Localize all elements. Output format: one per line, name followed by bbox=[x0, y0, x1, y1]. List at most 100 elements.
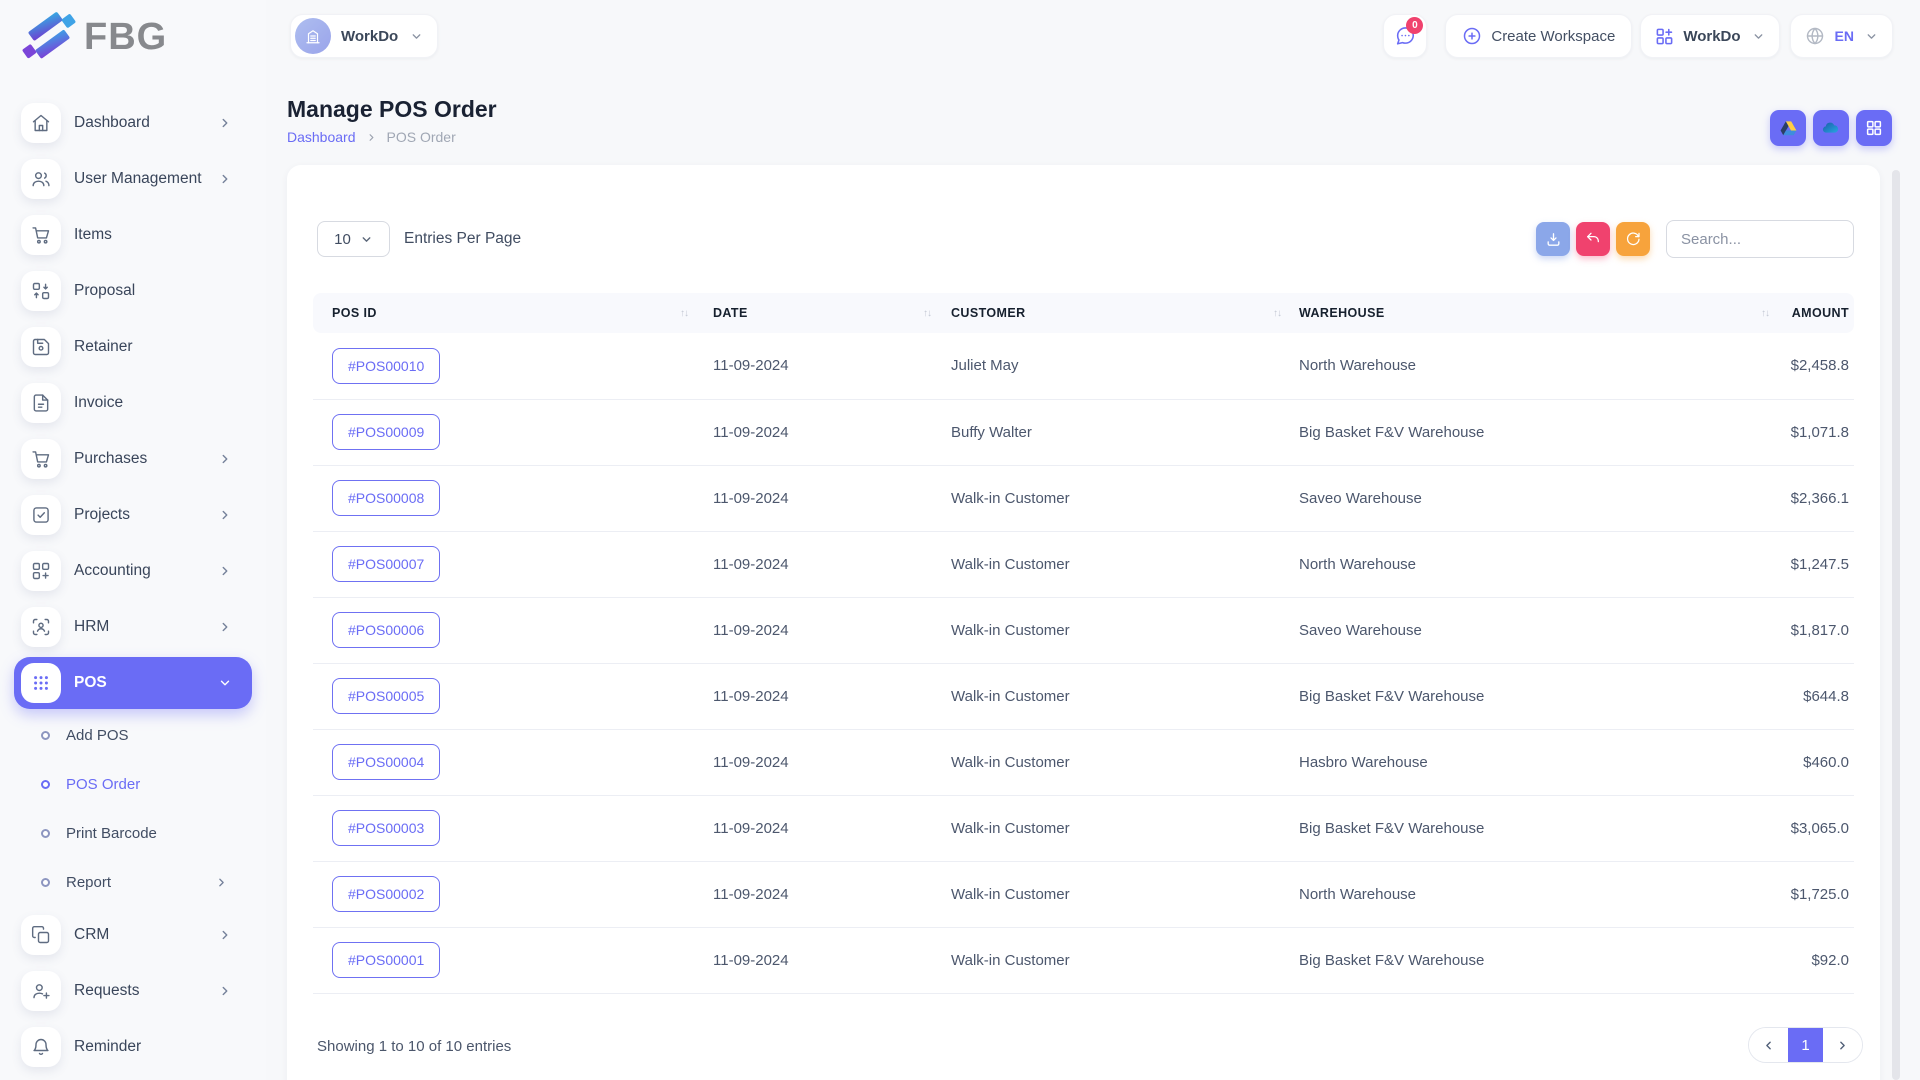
chevron-right-icon bbox=[218, 172, 232, 186]
sidebar-item-accounting[interactable]: Accounting bbox=[0, 543, 266, 599]
account-menu-label: WorkDo bbox=[1683, 27, 1741, 45]
create-workspace-button[interactable]: Create Workspace bbox=[1445, 14, 1633, 58]
pagination-prev-button[interactable] bbox=[1749, 1028, 1788, 1062]
order-warehouse: North Warehouse bbox=[1299, 861, 1785, 928]
brand-logo[interactable]: FBG bbox=[20, 12, 167, 62]
pos-id-link[interactable]: #POS00003 bbox=[332, 810, 441, 846]
pos-id-link[interactable]: #POS00004 bbox=[332, 744, 441, 780]
bullet-icon bbox=[41, 731, 50, 740]
google-drive-button[interactable] bbox=[1770, 110, 1806, 146]
reset-undo-button[interactable] bbox=[1576, 222, 1610, 256]
sidebar-item-items[interactable]: Items bbox=[0, 207, 266, 263]
sidebar-item-proposal[interactable]: Proposal bbox=[0, 263, 266, 319]
refresh-button[interactable] bbox=[1616, 222, 1650, 256]
entries-per-page-label: Entries Per Page bbox=[404, 230, 522, 247]
sidebar-item-purchases[interactable]: Purchases bbox=[0, 431, 266, 487]
order-customer: Walk-in Customer bbox=[951, 729, 1299, 796]
message-count-badge: 0 bbox=[1406, 17, 1424, 34]
save-icon bbox=[21, 327, 61, 367]
order-amount: $2,366.1 bbox=[1785, 465, 1854, 532]
pos-id-link[interactable]: #POS00007 bbox=[332, 546, 441, 582]
sidebar-item-reminder[interactable]: Reminder bbox=[0, 1019, 266, 1075]
sidebar-item-dashboard[interactable]: Dashboard bbox=[0, 95, 266, 151]
chevron-right-icon bbox=[218, 928, 232, 942]
bullet-icon bbox=[41, 780, 50, 789]
pos-id-link[interactable]: #POS00008 bbox=[332, 480, 441, 516]
column-header-warehouse[interactable]: WAREHOUSE ↑↓ bbox=[1299, 293, 1785, 333]
breadcrumb-dashboard-link[interactable]: Dashboard bbox=[287, 129, 356, 145]
sort-icon[interactable]: ↑↓ bbox=[680, 308, 689, 319]
pagination-current-page[interactable]: 1 bbox=[1788, 1028, 1823, 1062]
messages-button[interactable]: 0 bbox=[1383, 14, 1428, 58]
order-amount: $92.0 bbox=[1785, 927, 1854, 994]
invoice-file-icon bbox=[21, 383, 61, 423]
sidebar-item-label: User Management bbox=[74, 170, 202, 187]
order-warehouse: North Warehouse bbox=[1299, 531, 1785, 598]
pos-id-link[interactable]: #POS00005 bbox=[332, 678, 441, 714]
sidebar-item-pos[interactable]: POS bbox=[14, 657, 252, 709]
onedrive-icon bbox=[1822, 122, 1839, 133]
sidebar-item-label: Retainer bbox=[74, 338, 133, 355]
grid-view-button[interactable] bbox=[1856, 110, 1892, 146]
sidebar-item-label: Proposal bbox=[74, 282, 136, 299]
pos-id-link[interactable]: #POS00002 bbox=[332, 876, 441, 912]
order-warehouse: Big Basket F&V Warehouse bbox=[1299, 399, 1785, 466]
order-date: 11-09-2024 bbox=[713, 333, 951, 400]
table-row: #POS00001 11-09-2024 Walk-in Customer Bi… bbox=[313, 927, 1854, 994]
order-amount: $1,071.8 bbox=[1785, 399, 1854, 466]
workspace-switcher[interactable]: WorkDo bbox=[290, 14, 439, 58]
sidebar-subitem-pos-order[interactable]: POS Order bbox=[0, 760, 266, 809]
table-row: #POS00006 11-09-2024 Walk-in Customer Sa… bbox=[313, 597, 1854, 664]
crm-copy-icon bbox=[21, 915, 61, 955]
sidebar-item-projects[interactable]: Projects bbox=[0, 487, 266, 543]
pos-id-link[interactable]: #POS00006 bbox=[332, 612, 441, 648]
sidebar-subitem-print-barcode[interactable]: Print Barcode bbox=[0, 809, 266, 858]
download-icon bbox=[1547, 232, 1559, 246]
page-title: Manage POS Order bbox=[287, 96, 497, 122]
column-header-customer[interactable]: CUSTOMER ↑↓ bbox=[951, 293, 1299, 333]
column-header-date[interactable]: DATE ↑↓ bbox=[713, 293, 951, 333]
account-menu-button[interactable]: WorkDo bbox=[1640, 14, 1780, 58]
pos-id-link[interactable]: #POS00010 bbox=[332, 347, 441, 384]
order-date: 11-09-2024 bbox=[713, 465, 951, 532]
sidebar-item-retainer[interactable]: Retainer bbox=[0, 319, 266, 375]
sidebar-subitem-label: Add POS bbox=[66, 727, 129, 744]
pos-id-link[interactable]: #POS00009 bbox=[332, 414, 441, 450]
sidebar-subitem-add-pos[interactable]: Add POS bbox=[0, 711, 266, 760]
pos-order-table: POS ID ↑↓ DATE ↑↓ CUSTOMER ↑↓ WAREHOUSE ↑↓ A… bbox=[313, 293, 1854, 994]
table-actions bbox=[1536, 220, 1854, 258]
sidebar-subitem-report[interactable]: Report bbox=[0, 858, 266, 907]
column-header-amount[interactable]: AMOUNT bbox=[1785, 293, 1854, 333]
sidebar-item-label: CRM bbox=[74, 926, 110, 943]
order-amount: $2,458.8 bbox=[1785, 333, 1854, 400]
brand-logo-text: FBG bbox=[84, 15, 168, 58]
table-row: #POS00008 11-09-2024 Walk-in Customer Sa… bbox=[313, 465, 1854, 532]
chevron-right-icon bbox=[218, 452, 232, 466]
sort-icon[interactable]: ↑↓ bbox=[923, 308, 932, 319]
sidebar-item-crm[interactable]: CRM bbox=[0, 907, 266, 963]
entries-per-page-select[interactable]: 10 bbox=[317, 221, 390, 257]
export-download-button[interactable] bbox=[1536, 222, 1570, 256]
order-warehouse: Saveo Warehouse bbox=[1299, 597, 1785, 664]
google-drive-icon bbox=[1780, 120, 1796, 135]
order-warehouse: North Warehouse bbox=[1299, 333, 1785, 400]
order-date: 11-09-2024 bbox=[713, 861, 951, 928]
sort-icon[interactable]: ↑↓ bbox=[1761, 308, 1770, 319]
check-square-icon bbox=[21, 495, 61, 535]
pos-id-link[interactable]: #POS00001 bbox=[332, 942, 441, 978]
search-input[interactable] bbox=[1666, 220, 1854, 258]
sidebar-item-hrm[interactable]: HRM bbox=[0, 599, 266, 655]
page-scrollbar[interactable] bbox=[1892, 170, 1900, 1080]
sidebar-item-user-management[interactable]: User Management bbox=[0, 151, 266, 207]
onedrive-button[interactable] bbox=[1813, 110, 1849, 146]
pagination-next-button[interactable] bbox=[1823, 1028, 1862, 1062]
sidebar-item-label: POS bbox=[74, 674, 107, 691]
sidebar-item-requests[interactable]: Requests bbox=[0, 963, 266, 1019]
sidebar-item-label: Requests bbox=[74, 982, 140, 999]
sort-icon[interactable]: ↑↓ bbox=[1273, 308, 1282, 319]
sidebar: FBG Dashboard User Management Items Prop… bbox=[0, 0, 266, 1080]
language-selector[interactable]: EN bbox=[1789, 14, 1893, 58]
column-header-pos-id[interactable]: POS ID ↑↓ bbox=[313, 293, 713, 333]
language-label: EN bbox=[1834, 28, 1854, 44]
sidebar-item-invoice[interactable]: Invoice bbox=[0, 375, 266, 431]
